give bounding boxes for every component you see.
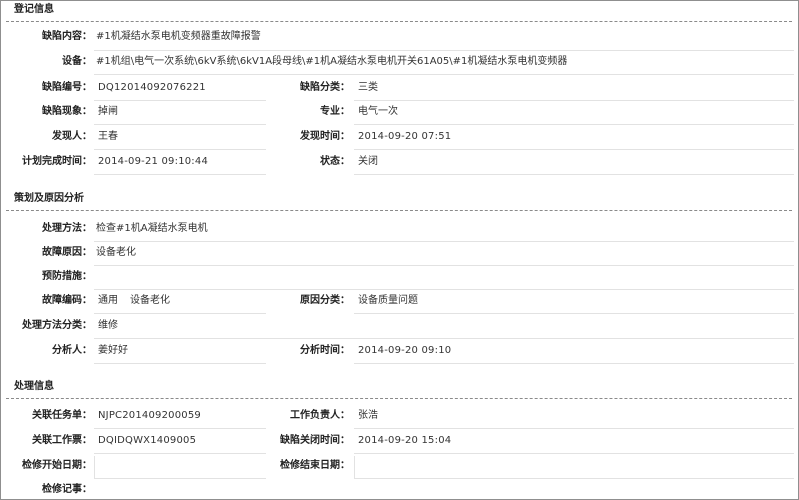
row-underline <box>354 313 794 314</box>
row-underline <box>354 428 794 429</box>
ticket-value: DQIDQWX1409005 <box>98 435 197 446</box>
section-title-handling: 处理信息 <box>14 381 54 392</box>
field-border <box>354 456 355 478</box>
field-border <box>94 456 95 478</box>
row-underline <box>94 289 794 290</box>
cause-class-value: 设备质量问题 <box>358 295 418 306</box>
row-underline <box>354 478 794 479</box>
defect-no-value: DQ12014092076221 <box>98 82 206 93</box>
row-underline <box>354 100 794 101</box>
plan-time-label: 计划完成时间： <box>22 156 92 167</box>
defect-content-label: 缺陷内容： <box>42 31 92 42</box>
cause-value: 设备老化 <box>96 247 136 258</box>
repair-end-label: 检修结束日期： <box>280 460 350 471</box>
close-time-value: 2014-09-20 15:04 <box>358 435 452 446</box>
equipment-label: 设备： <box>62 56 92 67</box>
analysis-time-value: 2014-09-20 09:10 <box>358 345 452 356</box>
specialty-label: 专业： <box>320 106 350 117</box>
status-label: 状态： <box>320 156 350 167</box>
row-underline <box>94 428 266 429</box>
cause-class-label: 原因分类： <box>300 295 350 306</box>
plan-time-value: 2014-09-21 09:10:44 <box>98 156 209 167</box>
fault-code-value-a: 通用 <box>98 295 118 306</box>
defect-content-value: #1机凝结水泵电机变频器重故障报警 <box>96 31 261 42</box>
phenomenon-value: 掉闸 <box>98 106 118 117</box>
row-underline <box>94 363 266 364</box>
row-underline <box>94 74 794 75</box>
method-class-value: 维修 <box>98 320 118 331</box>
row-underline <box>94 149 266 150</box>
task-value: NJPC201409200059 <box>98 410 201 421</box>
row-underline <box>94 241 794 242</box>
specialty-value: 电气一次 <box>358 106 398 117</box>
finder-label: 发现人： <box>52 131 92 142</box>
method-value: 检查#1机A凝结水泵电机 <box>96 223 208 234</box>
leader-value: 张浩 <box>358 410 378 421</box>
row-underline <box>94 338 794 339</box>
found-time-value: 2014-09-20 07:51 <box>358 131 452 142</box>
cause-label: 故障原因： <box>42 247 92 258</box>
finder-value: 王春 <box>98 131 118 142</box>
section-title-registration: 登记信息 <box>14 4 54 15</box>
row-underline <box>94 313 266 314</box>
row-underline <box>94 100 266 101</box>
defect-class-label: 缺陷分类： <box>300 82 350 93</box>
repair-record-label: 检修记事： <box>42 484 92 495</box>
analyst-value: 姜好好 <box>98 345 128 356</box>
row-underline <box>94 453 266 454</box>
row-underline <box>94 174 266 175</box>
row-underline <box>354 363 794 364</box>
section-divider <box>6 21 792 22</box>
equipment-value: #1机组\电气一次系统\6kV系统\6kV1A段母线\#1机A凝结水泵电机开关6… <box>96 56 568 67</box>
leader-label: 工作负责人： <box>290 410 350 421</box>
row-underline <box>94 478 266 479</box>
method-label: 处理方法： <box>42 223 92 234</box>
fault-code-label: 故障编码： <box>42 295 92 306</box>
row-underline <box>354 124 794 125</box>
prevent-label: 预防措施： <box>42 271 92 282</box>
section-title-analysis: 策划及原因分析 <box>14 193 84 204</box>
row-underline <box>94 124 266 125</box>
row-underline <box>94 265 794 266</box>
phenomenon-label: 缺陷现象： <box>42 106 92 117</box>
ticket-label: 关联工作票： <box>32 435 92 446</box>
section-divider <box>6 210 792 211</box>
fault-code-value-b: 设备老化 <box>130 295 170 306</box>
repair-start-label: 检修开始日期： <box>22 460 92 471</box>
row-underline <box>354 149 794 150</box>
row-underline <box>94 50 794 51</box>
found-time-label: 发现时间： <box>300 131 350 142</box>
status-value: 关闭 <box>358 156 378 167</box>
row-underline <box>354 174 794 175</box>
task-label: 关联任务单： <box>32 410 92 421</box>
close-time-label: 缺陷关闭时间： <box>280 435 350 446</box>
section-divider <box>6 398 792 399</box>
analyst-label: 分析人： <box>52 345 92 356</box>
row-underline <box>354 453 794 454</box>
analysis-time-label: 分析时间： <box>300 345 350 356</box>
defect-no-label: 缺陷编号： <box>42 82 92 93</box>
defect-class-value: 三类 <box>358 82 378 93</box>
method-class-label: 处理方法分类： <box>22 320 92 331</box>
